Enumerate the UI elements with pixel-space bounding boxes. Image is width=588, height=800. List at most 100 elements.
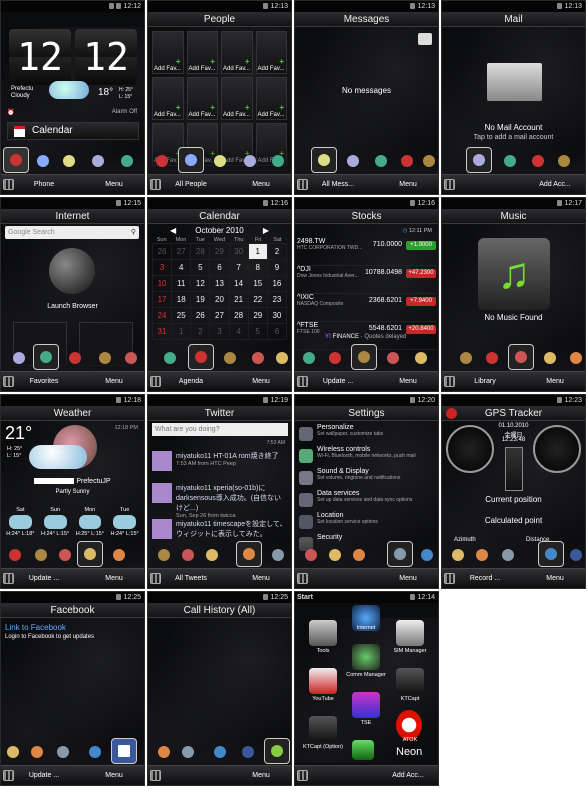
left-softkey[interactable]: Update ... [19, 766, 69, 785]
tab-messages[interactable] [210, 151, 230, 171]
tab-music[interactable] [121, 348, 141, 368]
tab-facebook[interactable] [566, 545, 585, 565]
tab-calendar[interactable] [397, 151, 417, 171]
right-softkey[interactable]: Menu [235, 569, 287, 588]
tab-twitter[interactable] [236, 541, 262, 567]
tab-internet[interactable] [33, 344, 59, 370]
tab-mail[interactable] [240, 151, 260, 171]
day-cell[interactable]: 21 [228, 291, 249, 308]
tab-people[interactable] [178, 147, 204, 173]
tab-internet[interactable] [371, 151, 391, 171]
day-cell[interactable]: 2 [190, 323, 211, 340]
tab-twitter[interactable] [349, 545, 369, 565]
windows-key-icon[interactable] [150, 770, 161, 781]
day-cell-today[interactable]: 1 [247, 243, 268, 260]
tab-stocks[interactable] [154, 545, 174, 565]
tab-calendar[interactable] [528, 151, 548, 171]
right-softkey[interactable]: Add Acc... [529, 175, 581, 194]
day-cell[interactable]: 8 [247, 259, 268, 276]
stock-row[interactable]: ^DJI Dow Jones Industrial Aver... 10788.04… [297, 266, 436, 294]
add-favorite-button[interactable]: +Add Fav... [221, 77, 253, 120]
day-cell[interactable]: 16 [266, 275, 288, 292]
right-softkey[interactable]: Menu [235, 766, 287, 785]
windows-key-icon[interactable] [297, 179, 308, 190]
tab-stocks[interactable] [31, 545, 51, 565]
day-cell[interactable]: 5 [247, 323, 268, 340]
stock-row[interactable]: ^IXIC NASDAQ Composite 2368.6201 +7.9400 [297, 294, 436, 322]
tab-mail[interactable] [343, 151, 363, 171]
add-favorite-button[interactable]: +Add Fav... [152, 31, 184, 74]
add-favorite-button[interactable]: +Add Fav... [255, 31, 287, 74]
tab-mail[interactable] [88, 151, 108, 171]
day-cell[interactable]: 13 [209, 275, 230, 292]
tab-calendar[interactable] [482, 348, 502, 368]
tab-home[interactable] [3, 147, 29, 173]
settings-item-wireless[interactable]: Wireless controls Wi-Fi, Bluetooth, mobil… [297, 446, 436, 468]
tab-weather[interactable] [77, 541, 103, 567]
right-softkey[interactable]: Menu [88, 372, 140, 391]
day-cell[interactable]: 4 [171, 259, 192, 276]
tab-settings[interactable] [498, 545, 518, 565]
tab-stocks[interactable] [95, 348, 115, 368]
right-softkey[interactable]: Menu [382, 372, 434, 391]
youtube-icon[interactable] [309, 668, 337, 694]
day-cell[interactable]: 29 [247, 307, 268, 324]
forecast-day[interactable]: Sat H:24° L:18° [3, 507, 38, 537]
day-cell[interactable]: 6 [209, 259, 230, 276]
windows-key-icon[interactable] [297, 376, 308, 387]
tab-music[interactable] [248, 348, 268, 368]
flip-clock[interactable]: 12 12 [9, 29, 137, 85]
windows-key-icon[interactable] [3, 770, 14, 781]
day-cell[interactable]: 26 [190, 307, 211, 324]
right-softkey[interactable]: Menu [529, 569, 581, 588]
left-softkey[interactable]: Phone [19, 175, 69, 194]
tab-twitter[interactable] [154, 742, 174, 762]
settings-item-data[interactable]: Data services Set up data services and da… [297, 490, 436, 512]
launch-browser-link[interactable]: Launch Browser [1, 303, 144, 310]
tab-settings[interactable] [268, 545, 288, 565]
camera-icon[interactable] [309, 716, 337, 742]
tab-twitter[interactable] [566, 348, 585, 368]
left-softkey[interactable]: Update ... [313, 372, 363, 391]
day-cell[interactable]: 18 [171, 291, 192, 308]
tab-twitter[interactable] [27, 742, 47, 762]
day-cell[interactable]: 17 [151, 291, 173, 308]
tab-calendar[interactable] [5, 545, 25, 565]
tools-icon[interactable] [309, 620, 337, 646]
tab-stocks[interactable] [554, 151, 574, 171]
gps-record-icon[interactable] [446, 408, 457, 419]
tab-settings[interactable] [53, 742, 73, 762]
right-softkey[interactable]: Menu [88, 766, 140, 785]
tse-icon[interactable] [352, 692, 380, 718]
left-softkey[interactable]: All Tweets [166, 569, 216, 588]
windows-key-icon[interactable] [3, 376, 14, 387]
tweet-item[interactable]: miyatuko11 xperia(so-01b)にdarksensous導入成… [152, 483, 287, 519]
tab-settings[interactable] [178, 742, 198, 762]
download-icon[interactable] [352, 740, 374, 760]
tab-home[interactable] [152, 151, 172, 171]
link-facebook-link[interactable]: Link to Facebook [5, 623, 66, 632]
tab-weather[interactable] [448, 545, 468, 565]
day-cell[interactable]: 30 [266, 307, 288, 324]
left-softkey[interactable]: Update ... [19, 569, 69, 588]
windows-key-icon[interactable] [297, 573, 308, 584]
settings-item-personalize[interactable]: Personalize Set wallpaper, customize tabs [297, 424, 436, 446]
alarm-row[interactable]: ⏰ Alarm Off [7, 109, 139, 119]
day-cell[interactable]: 28 [228, 307, 249, 324]
tab-call-history[interactable] [264, 738, 290, 764]
tweet-input[interactable]: What are you doing? [152, 423, 288, 436]
comm-manager-icon[interactable] [352, 644, 380, 670]
tab-twitter[interactable] [472, 545, 492, 565]
album-art[interactable]: ♫ [478, 238, 550, 310]
left-softkey[interactable]: All People [166, 175, 216, 194]
day-cell[interactable]: 27 [171, 243, 192, 260]
tab-gps[interactable] [538, 541, 564, 567]
calendar-widget[interactable]: Calendar [7, 122, 139, 140]
settings-item-sound[interactable]: Sound & Display Set volume, ringtone and … [297, 468, 436, 490]
tab-stocks[interactable] [419, 151, 438, 171]
add-favorite-button[interactable]: +Add Fav... [152, 77, 184, 120]
globe-icon[interactable] [49, 248, 95, 294]
tab-weather[interactable] [540, 348, 560, 368]
settings-item-location[interactable]: Location Set location service options [297, 512, 436, 534]
right-softkey[interactable]: Menu [88, 569, 140, 588]
